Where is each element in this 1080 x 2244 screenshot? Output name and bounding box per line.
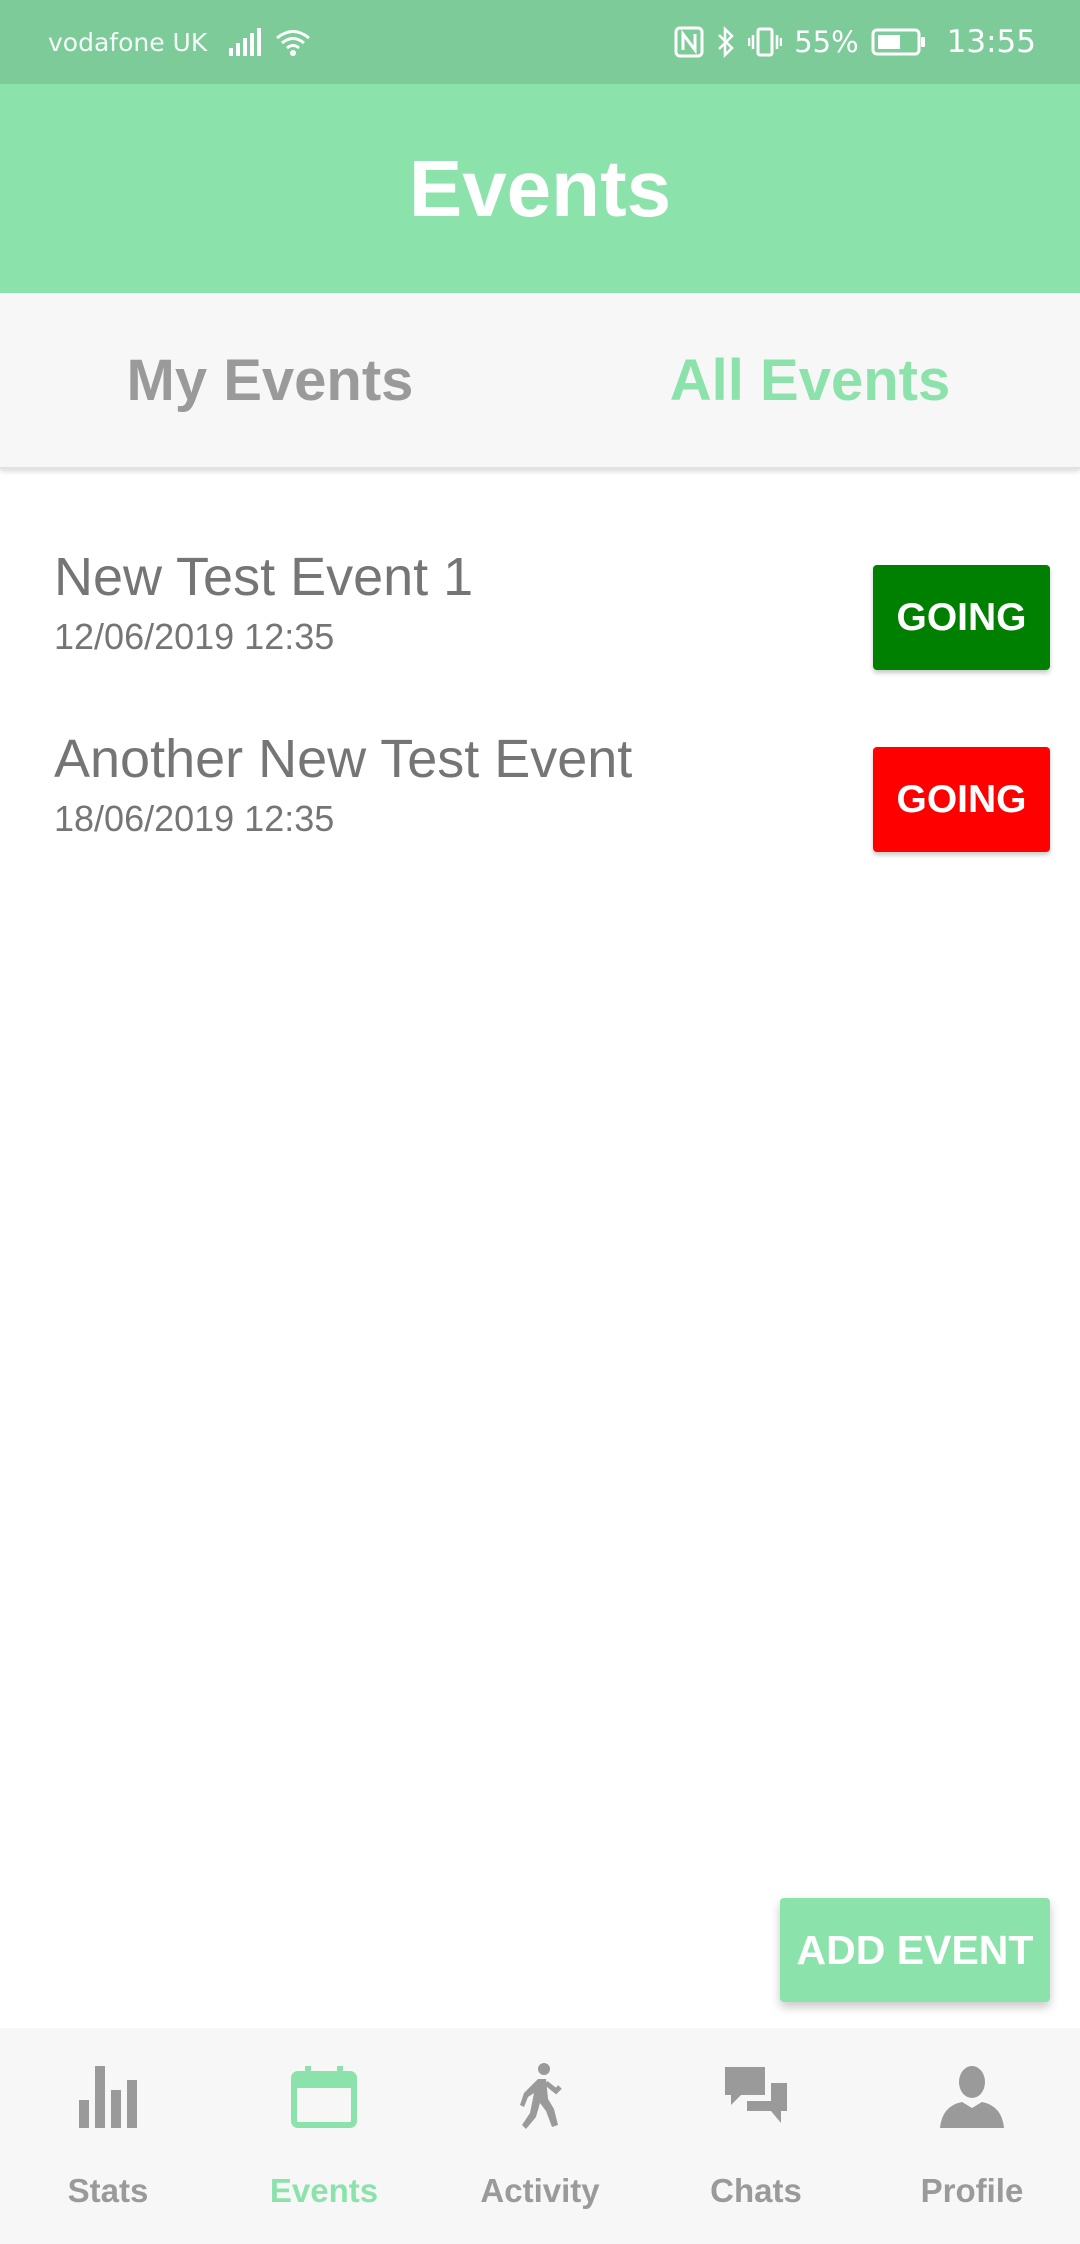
wifi-icon	[275, 28, 311, 56]
going-button[interactable]: GOING	[873, 747, 1050, 852]
add-event-button[interactable]: ADD EVENT	[780, 1898, 1050, 2002]
bluetooth-icon	[716, 26, 736, 58]
walking-person-icon	[518, 2058, 562, 2136]
status-left: vodafone UK	[48, 28, 323, 57]
nav-label: Events	[269, 2172, 379, 2209]
event-name: New Test Event 1	[54, 547, 474, 607]
chat-bubbles-icon	[723, 2058, 789, 2136]
going-button[interactable]: GOING	[873, 565, 1050, 670]
bottom-nav: Stats Events Activity Chats Profile	[0, 2028, 1080, 2244]
person-icon	[940, 2058, 1004, 2136]
calendar-icon	[291, 2058, 357, 2136]
nav-label: Activity	[480, 2172, 600, 2209]
nav-label: Chats	[710, 2172, 802, 2209]
nav-label: Stats	[67, 2172, 149, 2209]
battery-icon	[871, 28, 927, 56]
list-item[interactable]: Another New Test Event 18/06/2019 12:35 …	[0, 722, 1080, 904]
nfc-icon	[674, 26, 704, 58]
event-list: New Test Event 1 12/06/2019 12:35 GOING …	[0, 540, 1080, 904]
signal-icon	[229, 28, 263, 56]
event-date: 12/06/2019 12:35	[54, 616, 335, 657]
nav-item-profile[interactable]: Profile	[864, 2028, 1080, 2244]
nav-item-activity[interactable]: Activity	[432, 2028, 648, 2244]
nav-item-events[interactable]: Events	[216, 2028, 432, 2244]
nav-item-chats[interactable]: Chats	[648, 2028, 864, 2244]
status-right: 55% 13:55	[674, 24, 1036, 60]
list-item[interactable]: New Test Event 1 12/06/2019 12:35 GOING	[0, 540, 1080, 722]
nav-item-stats[interactable]: Stats	[0, 2028, 216, 2244]
tab-all-events[interactable]: All Events	[540, 293, 1080, 467]
battery-percent: 55%	[794, 25, 859, 59]
status-bar: vodafone UK 55% 13:55	[0, 0, 1080, 84]
page-title: Events	[408, 143, 672, 233]
vibrate-icon	[748, 26, 783, 58]
carrier-name: vodafone UK	[48, 27, 208, 57]
event-date: 18/06/2019 12:35	[54, 798, 335, 839]
tab-bar: My Events All Events	[0, 293, 1080, 469]
tab-my-events[interactable]: My Events	[0, 293, 540, 467]
clock: 13:55	[946, 24, 1036, 60]
event-name: Another New Test Event	[54, 729, 633, 789]
nav-label: Profile	[920, 2172, 1024, 2209]
app-header: Events	[0, 84, 1080, 293]
bar-chart-icon	[79, 2058, 137, 2136]
